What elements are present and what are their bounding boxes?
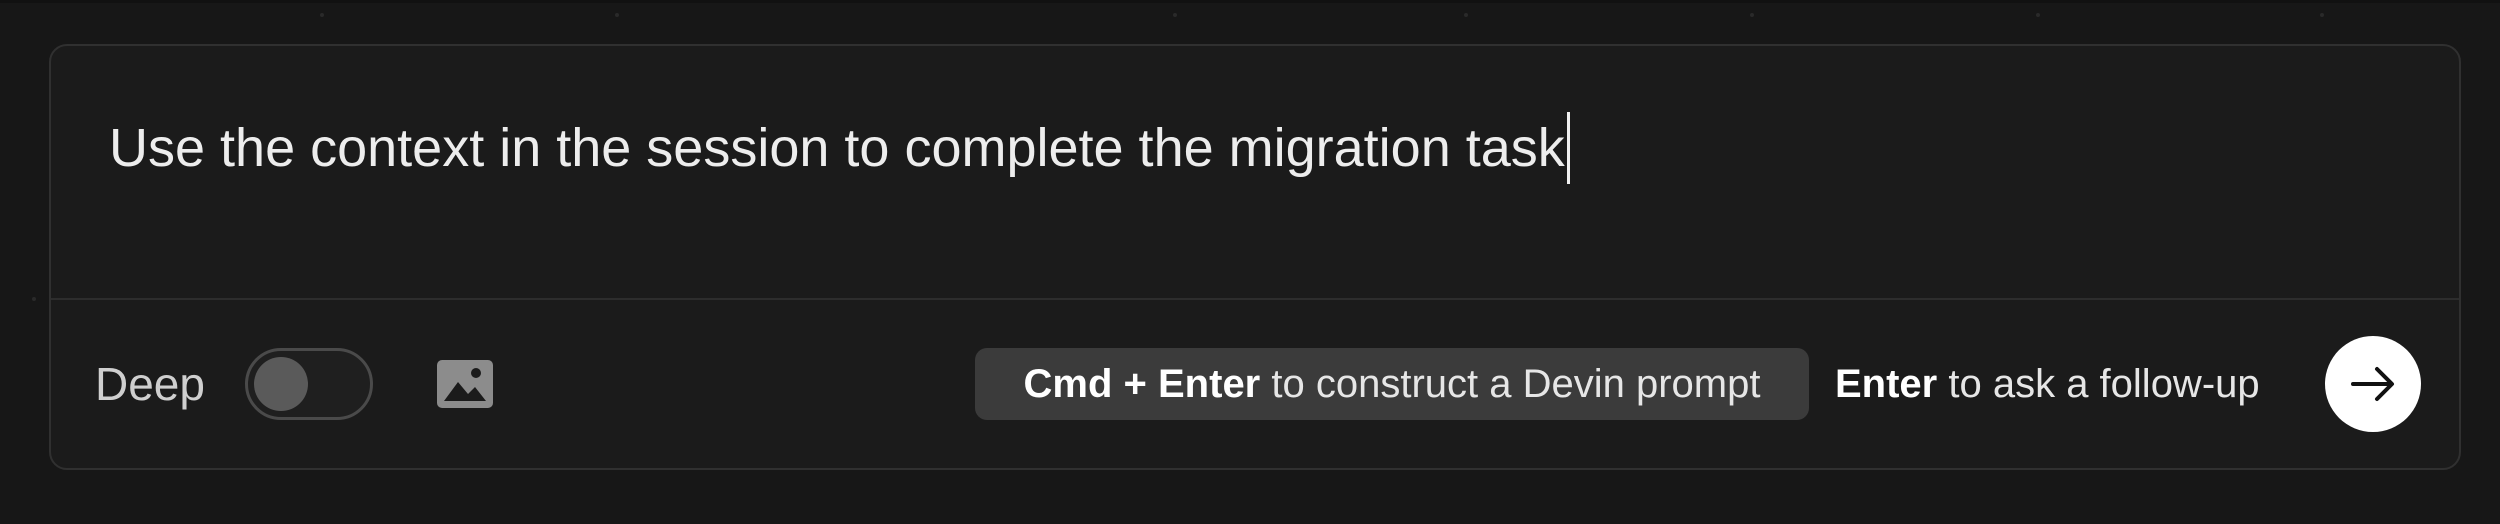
prompt-value: Use the context in the session to comple… xyxy=(109,118,1565,178)
send-button[interactable] xyxy=(2325,336,2421,432)
background-dot xyxy=(1173,13,1177,17)
prompt-composer: Use the context in the session to comple… xyxy=(49,44,2461,470)
arrow-right-icon xyxy=(2351,367,2394,401)
background-dot xyxy=(1464,13,1468,17)
background-dot xyxy=(2036,13,2040,17)
deep-label: Deep xyxy=(95,358,205,410)
page: Use the context in the session to comple… xyxy=(0,0,2500,524)
followup-hint: Enter to ask a follow-up xyxy=(1835,348,2260,420)
attach-image-button[interactable] xyxy=(435,356,495,412)
top-strip xyxy=(0,0,2500,3)
prompt-text[interactable]: Use the context in the session to comple… xyxy=(109,112,1570,184)
followup-hint-text: to ask a follow-up xyxy=(1937,361,2260,406)
background-dot xyxy=(32,297,36,301)
composer-footer: Deep Cmd + Enter to construct a Devin pr… xyxy=(51,300,2459,468)
background-dot xyxy=(2320,13,2324,17)
construct-shortcut: Cmd + Enter xyxy=(1023,361,1261,406)
deep-toggle[interactable] xyxy=(245,348,373,420)
text-caret xyxy=(1566,112,1570,184)
toggle-knob xyxy=(254,357,308,411)
prompt-input[interactable]: Use the context in the session to comple… xyxy=(51,46,2459,298)
construct-hint-text: to construct a Devin prompt xyxy=(1260,361,1761,406)
background-dot xyxy=(615,13,619,17)
followup-shortcut: Enter xyxy=(1835,361,1938,406)
image-icon xyxy=(437,360,493,408)
background-dot xyxy=(1750,13,1754,17)
background-dot xyxy=(320,13,324,17)
construct-prompt-hint: Cmd + Enter to construct a Devin prompt xyxy=(975,348,1809,420)
